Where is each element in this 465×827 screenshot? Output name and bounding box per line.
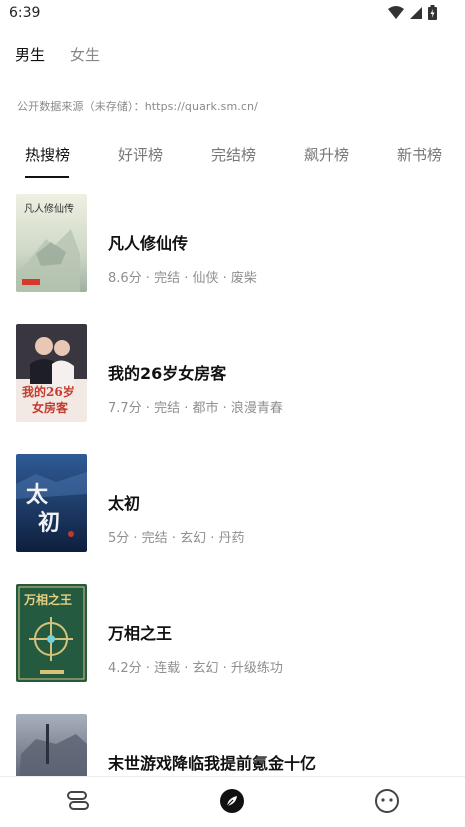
book-item[interactable]: 末世游戏降临我提前氪金十亿 <box>0 714 465 776</box>
smiley-icon <box>375 789 399 813</box>
tab-completed[interactable]: 完结榜 <box>211 144 256 165</box>
book-title: 我的26岁女房客 <box>108 364 227 383</box>
book-title: 凡人修仙传 <box>108 234 189 253</box>
gender-tabs: 男生 女生 <box>15 44 100 65</box>
book-meta: 8.6分 · 完结 · 仙侠 · 废柴 <box>108 271 257 286</box>
nav-bookshelf[interactable] <box>64 787 92 815</box>
book-item[interactable]: 万相之王 万相之王 4.2分 · 连载 · 玄幻 · 升级练功 <box>0 584 465 684</box>
bottom-nav <box>0 776 465 827</box>
svg-text:初: 初 <box>38 510 60 536</box>
compass-icon <box>220 789 244 813</box>
book-item[interactable]: 凡人修仙传 凡人修仙传 8.6分 · 完结 · 仙侠 · 废柴 <box>0 194 465 294</box>
active-tab-indicator <box>25 176 69 178</box>
nav-profile[interactable] <box>373 787 401 815</box>
svg-text:我的26岁: 我的26岁 <box>22 384 75 399</box>
book-cover: 太 初 <box>16 454 87 552</box>
book-meta: 5分 · 完结 · 玄幻 · 丹药 <box>108 531 245 546</box>
tab-top-rated[interactable]: 好评榜 <box>118 144 163 165</box>
tab-female[interactable]: 女生 <box>70 44 100 65</box>
book-list: 凡人修仙传 凡人修仙传 8.6分 · 完结 · 仙侠 · 废柴 我的26岁 女房… <box>0 180 465 776</box>
book-title: 万相之王 <box>108 624 173 643</box>
svg-text:女房客: 女房客 <box>32 400 69 415</box>
status-time: 6:39 <box>9 5 41 21</box>
svg-text:太: 太 <box>26 482 49 508</box>
book-cover: 凡人修仙传 <box>16 194 87 292</box>
tab-new-books[interactable]: 新书榜 <box>397 144 442 165</box>
book-meta: 7.7分 · 完结 · 都市 · 浪漫青春 <box>108 401 283 416</box>
data-source-note: 公开数据来源（未存储）：https://quark.sm.cn/ <box>17 100 258 113</box>
tab-hot-search[interactable]: 热搜榜 <box>25 144 70 165</box>
book-cover: 万相之王 <box>16 584 87 682</box>
svg-text:万相之王: 万相之王 <box>23 592 72 607</box>
signal-icon <box>410 6 422 19</box>
bookshelf-icon <box>67 791 89 810</box>
book-meta: 4.2分 · 连载 · 玄幻 · 升级练功 <box>108 661 283 676</box>
status-icons <box>388 5 437 20</box>
tab-rising[interactable]: 飙升榜 <box>304 144 349 165</box>
book-cover <box>16 714 87 776</box>
wifi-icon <box>388 5 404 19</box>
battery-icon <box>428 5 437 20</box>
book-cover: 我的26岁 女房客 <box>16 324 87 422</box>
status-bar: 6:39 <box>0 0 465 26</box>
cover-title-text: 凡人修仙传 <box>24 202 74 215</box>
book-item[interactable]: 我的26岁 女房客 我的26岁女房客 7.7分 · 完结 · 都市 · 浪漫青春 <box>0 324 465 424</box>
book-item[interactable]: 太 初 太初 5分 · 完结 · 玄幻 · 丹药 <box>0 454 465 554</box>
nav-discover[interactable] <box>218 787 246 815</box>
tab-male[interactable]: 男生 <box>15 44 45 65</box>
ranking-tabs: 热搜榜 好评榜 完结榜 飙升榜 新书榜 <box>0 126 465 180</box>
book-title: 太初 <box>108 494 141 513</box>
book-title: 末世游戏降临我提前氪金十亿 <box>108 754 317 773</box>
